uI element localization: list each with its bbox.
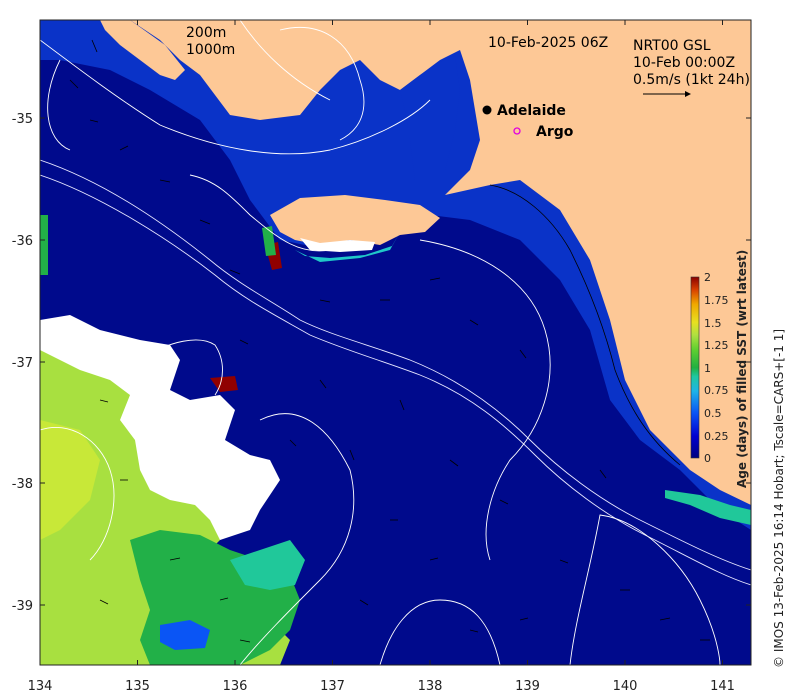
sst-age-map: 200m 1000m 10-Feb-2025 06Z NRT00 GSL 10-…: [12, 19, 786, 694]
x-tick-140: 140: [613, 679, 638, 694]
colorbar-tick-1: 1: [704, 362, 711, 375]
colorbar-tick-1-75: 1.75: [704, 294, 729, 307]
colorbar-tick-2: 2: [704, 271, 711, 284]
x-tick-136: 136: [223, 679, 248, 694]
isobath-label-1000m: 1000m: [186, 42, 235, 58]
argo-label: Argo: [536, 124, 574, 140]
y-tick-minus37: -37: [12, 356, 33, 371]
y-tick-labels: -35 -36 -37 -38 -39: [12, 112, 33, 614]
x-tick-141: 141: [710, 679, 735, 694]
map-plot-area: [40, 20, 751, 665]
colorbar-tick-1-5: 1.5: [704, 317, 722, 330]
y-tick-minus36: -36: [12, 234, 33, 249]
scale-label: 0.5m/s (1kt 24h): [633, 72, 750, 88]
vector-time-label: 10-Feb 00:00Z: [633, 55, 735, 71]
x-tick-139: 139: [515, 679, 540, 694]
colorbar-tick-0-5: 0.5: [704, 407, 722, 420]
x-tick-137: 137: [320, 679, 345, 694]
colorbar-title: Age (days) of filled SST (wrt latest): [735, 250, 749, 488]
x-tick-labels: 134 135 136 137 138 139 140 141: [28, 679, 735, 694]
adelaide-marker-icon: [482, 105, 492, 115]
y-tick-minus38: -38: [12, 477, 33, 492]
x-tick-138: 138: [418, 679, 443, 694]
x-tick-135: 135: [125, 679, 150, 694]
product-label: NRT00 GSL: [633, 38, 711, 54]
credit-text: © IMOS 13-Feb-2025 16:14 Hobart; Tscale=…: [772, 329, 786, 668]
colorbar-tick-0-25: 0.25: [704, 430, 729, 443]
colorbar-tick-0: 0: [704, 452, 711, 465]
adelaide-label: Adelaide: [497, 103, 566, 119]
colorbar-gradient: [690, 276, 700, 459]
colorbar-tick-0-75: 0.75: [704, 384, 729, 397]
y-tick-minus35: -35: [12, 112, 33, 127]
date-label: 10-Feb-2025 06Z: [488, 35, 608, 51]
y-tick-minus39: -39: [12, 599, 33, 614]
colorbar-tick-1-25: 1.25: [704, 339, 729, 352]
filled-sst-west-edge: [40, 215, 48, 275]
isobath-label-200m: 200m: [186, 25, 226, 41]
x-tick-134: 134: [28, 679, 53, 694]
